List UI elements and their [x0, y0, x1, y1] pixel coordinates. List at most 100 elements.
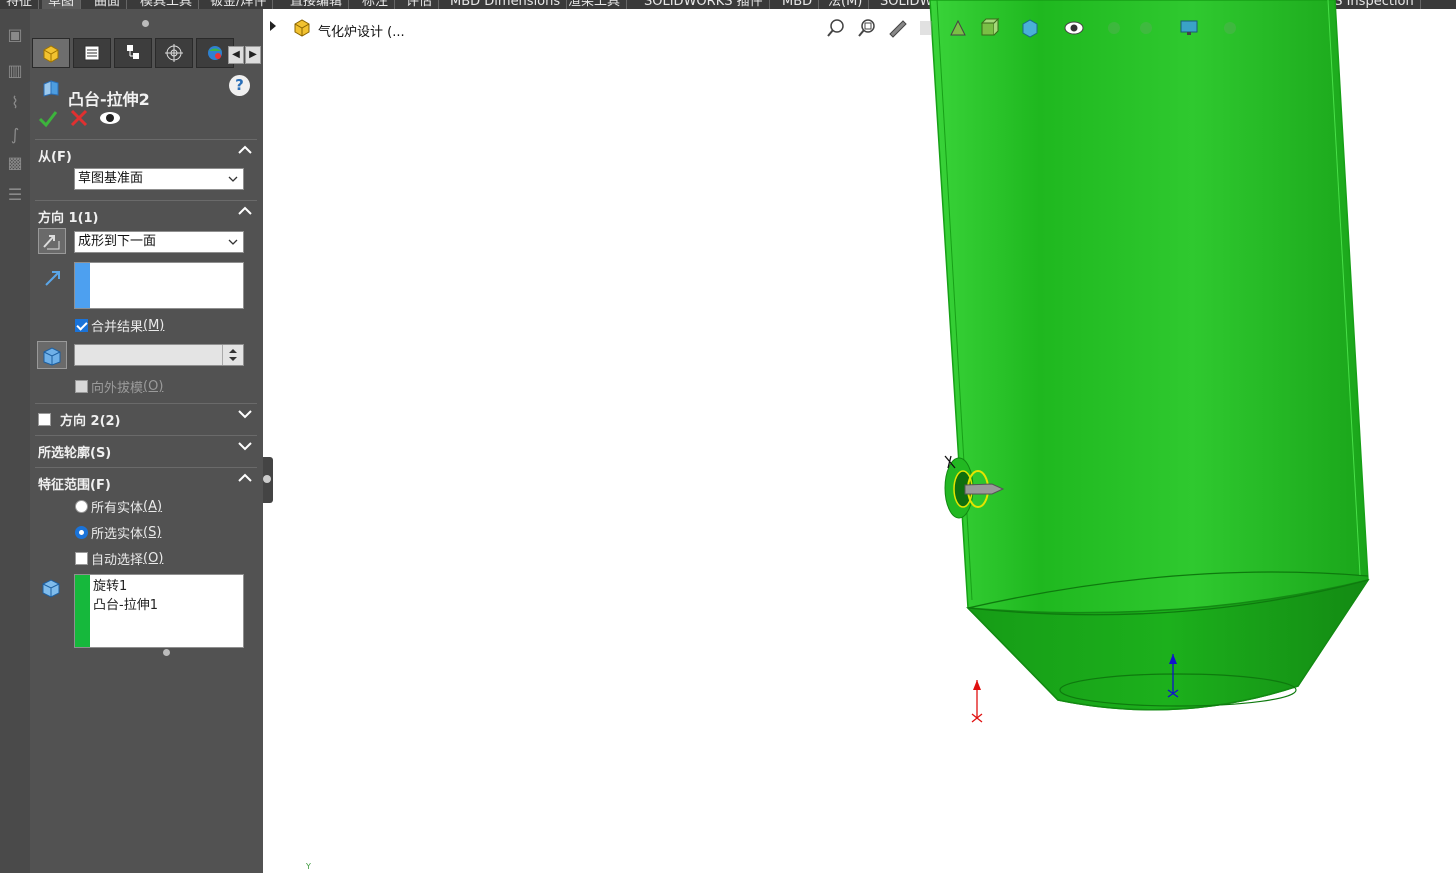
chevron-down-icon[interactable] — [237, 438, 253, 454]
chevron-down-icon[interactable] — [237, 406, 253, 422]
x-icon[interactable] — [68, 107, 90, 129]
eye-icon[interactable] — [98, 107, 124, 129]
direction2-label: 方向 2(2) — [60, 414, 121, 429]
auto-select-key: (O) — [143, 551, 164, 566]
previous-view-button[interactable] — [886, 17, 910, 39]
tree-root-label[interactable]: 气化炉设计 (... — [318, 21, 405, 40]
direction1-section-header[interactable]: 方向 1(1) — [35, 200, 257, 227]
bodies-selection-box[interactable]: 旋转1 凸台-拉伸1 — [74, 574, 244, 648]
sweep-icon[interactable]: ⌇ — [5, 93, 25, 113]
dimxpert-icon — [165, 44, 183, 62]
selected-bodies-key: (S) — [143, 525, 162, 540]
scroll-right-button[interactable]: ▶ — [245, 46, 261, 64]
from-section-header[interactable]: 从(F) — [35, 139, 257, 166]
all-bodies-radio[interactable]: 所有实体 (A) — [75, 497, 162, 516]
hide-show-items-button[interactable] — [1062, 17, 1086, 39]
display-style-icon — [1022, 19, 1038, 38]
realview-button[interactable] — [1218, 17, 1242, 39]
feature-scope-header[interactable]: 特征范围(F) — [35, 467, 257, 494]
edit-appearance-button[interactable] — [1102, 17, 1126, 39]
end-condition-value: 成形到下一面 — [78, 234, 157, 249]
view-orientation-button[interactable] — [977, 17, 1001, 39]
list-item[interactable]: 凸台-拉伸1 — [93, 596, 158, 615]
reverse-direction-button[interactable] — [38, 228, 66, 254]
auto-select-box[interactable] — [75, 552, 88, 565]
merge-result-checkbox[interactable]: 合并结果 (M) — [75, 316, 164, 335]
draft-icon — [43, 347, 61, 366]
selected-bodies-radio[interactable]: 所选实体 (S) — [75, 523, 161, 542]
selected-bodies-dot[interactable] — [75, 526, 88, 539]
check-icon[interactable] — [37, 107, 59, 129]
reverse-direction-icon — [43, 235, 60, 250]
view-settings-button[interactable] — [1177, 17, 1201, 39]
apply-scene-button[interactable] — [1134, 17, 1158, 39]
auto-select-checkbox[interactable]: 自动选择 (O) — [75, 549, 163, 568]
draft-angle-spinner[interactable] — [74, 344, 244, 366]
property-manager-icon — [84, 45, 100, 61]
tab-configuration-manager[interactable] — [114, 38, 152, 68]
selected-contours-header[interactable]: 所选轮廓(S) — [35, 435, 257, 462]
view-orientation-icon — [980, 17, 1000, 36]
section-view-icon — [920, 21, 932, 35]
list-item[interactable]: 旋转1 — [93, 577, 158, 596]
feature-scope-label: 特征范围(F) — [38, 478, 111, 493]
draft-outward-label: 向外拔模 — [91, 381, 144, 396]
help-icon[interactable]: ? — [229, 75, 250, 96]
extrude-icon[interactable]: ▣ — [5, 25, 25, 45]
solid-bodies-icon — [42, 579, 60, 598]
gasifier-model[interactable] — [929, 0, 1370, 711]
splitter-handle[interactable] — [163, 649, 170, 656]
direction2-section-header[interactable]: 方向 2(2) — [35, 403, 257, 430]
selection-color-bar — [75, 263, 90, 308]
direction2-checkbox[interactable]: 方向 2(2) — [38, 410, 121, 429]
chevron-up-icon[interactable] — [237, 203, 253, 219]
splitter-handle[interactable] — [142, 20, 149, 27]
command-tab[interactable]: 特征 — [0, 0, 40, 9]
task-strip: ▣ ▥ ⌇ ∫ ▩ ☰ — [0, 9, 30, 873]
revolve-icon[interactable]: ▥ — [5, 61, 25, 81]
command-tab[interactable]: 曲面 — [88, 0, 128, 9]
scene-icon — [1140, 22, 1152, 34]
all-bodies-dot[interactable] — [75, 500, 88, 513]
draft-outward-checkbox[interactable]: 向外拔模 (O) — [75, 377, 163, 396]
section-view-button[interactable] — [914, 17, 938, 39]
from-condition-select[interactable]: 草图基准面 — [74, 168, 244, 190]
draft-toggle-button[interactable] — [37, 341, 67, 369]
dynamic-annotation-button[interactable] — [946, 17, 970, 39]
bodies-list: 旋转1 凸台-拉伸1 — [93, 577, 158, 615]
zoom-to-fit-icon — [827, 19, 844, 37]
graphics-viewport[interactable] — [263, 0, 1456, 873]
display-style-button[interactable] — [1018, 17, 1042, 39]
draft-outward-box[interactable] — [75, 380, 88, 393]
tab-property-manager[interactable] — [73, 38, 111, 68]
pattern-icon[interactable]: ☰ — [5, 185, 25, 205]
direction-vector-selection-box[interactable] — [74, 262, 244, 309]
command-tab[interactable]: 草图 — [42, 0, 82, 9]
all-bodies-key: (A) — [143, 499, 163, 514]
property-manager: ◀ ▶ 凸台-拉伸2 ? 从(F) 草图基准面 方向 1(1) 成形到下一面 合… — [30, 9, 263, 873]
zoom-to-area-button[interactable] — [855, 17, 879, 39]
auto-select-label: 自动选择 — [91, 553, 144, 568]
from-condition-value: 草图基准面 — [78, 171, 144, 186]
from-section-label: 从(F) — [38, 150, 72, 165]
tab-feature-manager[interactable] — [32, 38, 70, 68]
boundary-icon[interactable]: ▩ — [5, 153, 25, 173]
heads-up-view-toolbar — [822, 14, 1242, 42]
tree-expand-arrow[interactable] — [270, 21, 276, 31]
spinner-arrows[interactable] — [222, 345, 243, 365]
direction2-box[interactable] — [38, 413, 51, 426]
selected-bodies-label: 所选实体 — [91, 527, 144, 542]
chevron-up-icon[interactable] — [237, 142, 253, 158]
chevron-up-icon[interactable] — [237, 470, 253, 486]
command-tab[interactable]: 模具工具 — [134, 0, 200, 9]
part-icon[interactable] — [292, 16, 314, 38]
loft-icon[interactable]: ∫ — [5, 125, 25, 145]
scroll-left-button[interactable]: ◀ — [228, 46, 244, 64]
selected-contours-label: 所选轮廓(S) — [38, 446, 112, 461]
extrude-feature-icon — [43, 80, 59, 97]
merge-result-box[interactable] — [75, 319, 88, 332]
previous-view-icon — [889, 20, 907, 38]
zoom-to-fit-button[interactable] — [824, 17, 848, 39]
end-condition-select[interactable]: 成形到下一面 — [74, 231, 244, 253]
tab-dimxpert-manager[interactable] — [155, 38, 193, 68]
